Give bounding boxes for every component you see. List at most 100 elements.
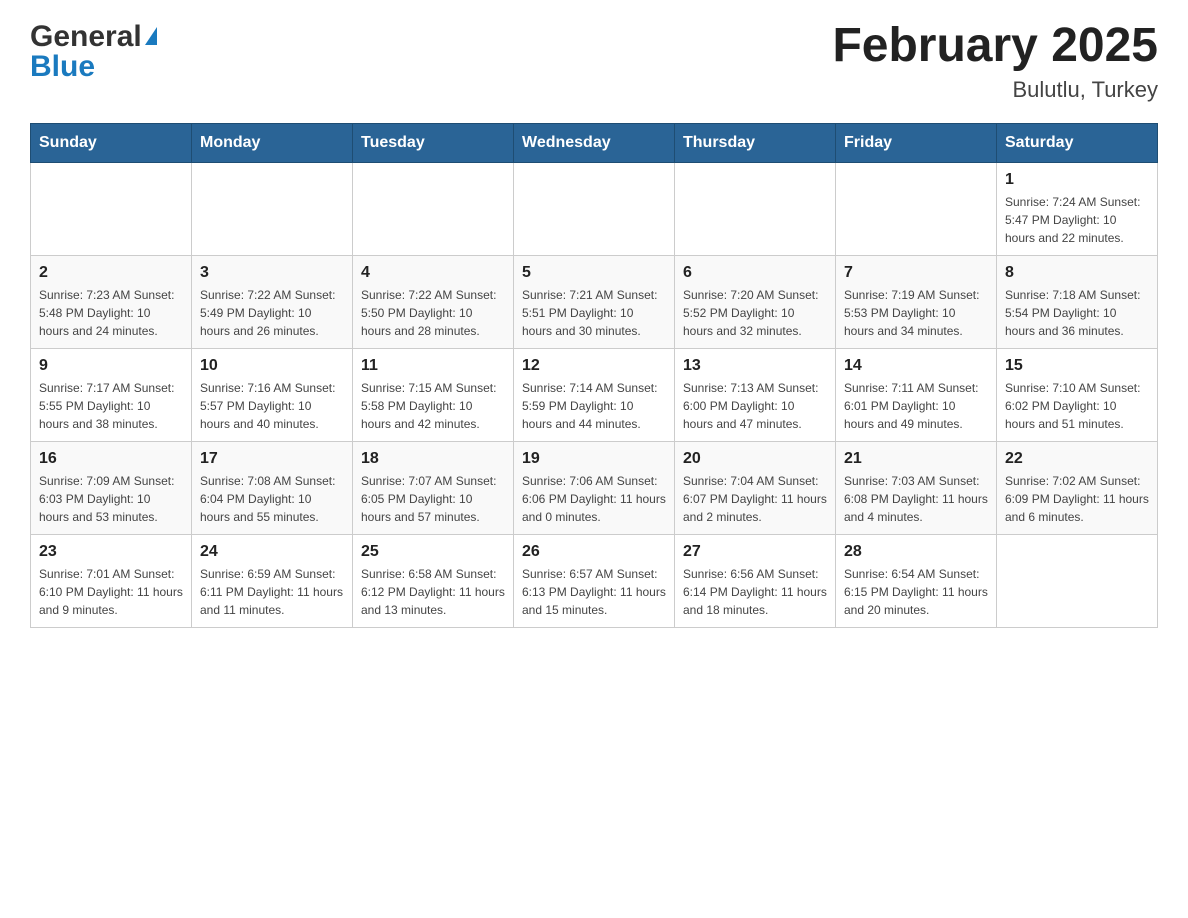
calendar-cell: 11 Sunrise: 7:15 AM Sunset: 5:58 PM Dayli… <box>353 348 514 441</box>
title-section: February 2025 Bulutlu, Turkey <box>832 20 1158 103</box>
day-info: Sunrise: 7:08 AM Sunset: 6:04 PM Dayligh… <box>200 472 344 526</box>
calendar-cell <box>836 162 997 255</box>
day-number: 7 <box>844 264 988 282</box>
calendar-header-row: SundayMondayTuesdayWednesdayThursdayFrid… <box>31 123 1158 162</box>
day-number: 12 <box>522 357 666 375</box>
day-info: Sunrise: 6:54 AM Sunset: 6:15 PM Dayligh… <box>844 565 988 619</box>
day-number: 11 <box>361 357 505 375</box>
calendar-cell: 7 Sunrise: 7:19 AM Sunset: 5:53 PM Daylig… <box>836 255 997 348</box>
calendar-cell: 20Sunrise: 7:04 AM Sunset: 6:07 PM Dayli… <box>675 441 836 534</box>
calendar-cell: 24 Sunrise: 6:59 AM Sunset: 6:11 PM Dayli… <box>192 534 353 627</box>
day-number: 5 <box>522 264 666 282</box>
logo-blue: Blue <box>30 50 157 84</box>
day-info: Sunrise: 7:15 AM Sunset: 5:58 PM Dayligh… <box>361 379 505 433</box>
calendar-cell: 4 Sunrise: 7:22 AM Sunset: 5:50 PM Daylig… <box>353 255 514 348</box>
day-number: 26 <box>522 543 666 561</box>
weekday-header-monday: Monday <box>192 123 353 162</box>
day-number: 2 <box>39 264 183 282</box>
weekday-header-sunday: Sunday <box>31 123 192 162</box>
day-number: 1 <box>1005 171 1149 189</box>
calendar-cell <box>997 534 1158 627</box>
calendar-cell: 3 Sunrise: 7:22 AM Sunset: 5:49 PM Daylig… <box>192 255 353 348</box>
weekday-header-wednesday: Wednesday <box>514 123 675 162</box>
logo-general: General <box>30 20 142 54</box>
day-info: Sunrise: 6:58 AM Sunset: 6:12 PM Dayligh… <box>361 565 505 619</box>
calendar-cell: 18Sunrise: 7:07 AM Sunset: 6:05 PM Dayli… <box>353 441 514 534</box>
calendar-cell <box>192 162 353 255</box>
day-info: Sunrise: 7:01 AM Sunset: 6:10 PM Dayligh… <box>39 565 183 619</box>
calendar-cell: 12 Sunrise: 7:14 AM Sunset: 5:59 PM Dayli… <box>514 348 675 441</box>
calendar-cell: 1 Sunrise: 7:24 AM Sunset: 5:47 PM Daylig… <box>997 162 1158 255</box>
calendar-week-row: 9 Sunrise: 7:17 AM Sunset: 5:55 PM Daylig… <box>31 348 1158 441</box>
day-number: 28 <box>844 543 988 561</box>
day-number: 10 <box>200 357 344 375</box>
calendar-cell: 17Sunrise: 7:08 AM Sunset: 6:04 PM Dayli… <box>192 441 353 534</box>
day-info: Sunrise: 7:20 AM Sunset: 5:52 PM Dayligh… <box>683 286 827 340</box>
page-header: General Blue February 2025 Bulutlu, Turk… <box>30 20 1158 103</box>
calendar-cell: 19 Sunrise: 7:06 AM Sunset: 6:06 PM Dayli… <box>514 441 675 534</box>
day-info: Sunrise: 6:56 AM Sunset: 6:14 PM Dayligh… <box>683 565 827 619</box>
day-number: 23 <box>39 543 183 561</box>
day-info: Sunrise: 7:14 AM Sunset: 5:59 PM Dayligh… <box>522 379 666 433</box>
day-info: Sunrise: 7:24 AM Sunset: 5:47 PM Dayligh… <box>1005 193 1149 247</box>
calendar-cell: 22 Sunrise: 7:02 AM Sunset: 6:09 PM Dayli… <box>997 441 1158 534</box>
calendar-cell: 2 Sunrise: 7:23 AM Sunset: 5:48 PM Daylig… <box>31 255 192 348</box>
day-info: Sunrise: 7:17 AM Sunset: 5:55 PM Dayligh… <box>39 379 183 433</box>
calendar-week-row: 16Sunrise: 7:09 AM Sunset: 6:03 PM Dayli… <box>31 441 1158 534</box>
day-number: 21 <box>844 450 988 468</box>
calendar-cell: 27 Sunrise: 6:56 AM Sunset: 6:14 PM Dayli… <box>675 534 836 627</box>
calendar-cell: 8Sunrise: 7:18 AM Sunset: 5:54 PM Daylig… <box>997 255 1158 348</box>
day-number: 27 <box>683 543 827 561</box>
calendar-cell: 15 Sunrise: 7:10 AM Sunset: 6:02 PM Dayli… <box>997 348 1158 441</box>
weekday-header-saturday: Saturday <box>997 123 1158 162</box>
day-info: Sunrise: 7:21 AM Sunset: 5:51 PM Dayligh… <box>522 286 666 340</box>
day-info: Sunrise: 7:22 AM Sunset: 5:50 PM Dayligh… <box>361 286 505 340</box>
day-info: Sunrise: 7:16 AM Sunset: 5:57 PM Dayligh… <box>200 379 344 433</box>
day-number: 4 <box>361 264 505 282</box>
month-title: February 2025 <box>832 20 1158 73</box>
day-info: Sunrise: 7:22 AM Sunset: 5:49 PM Dayligh… <box>200 286 344 340</box>
calendar-cell: 10 Sunrise: 7:16 AM Sunset: 5:57 PM Dayli… <box>192 348 353 441</box>
weekday-header-thursday: Thursday <box>675 123 836 162</box>
day-number: 20 <box>683 450 827 468</box>
calendar-cell <box>31 162 192 255</box>
calendar-cell: 9 Sunrise: 7:17 AM Sunset: 5:55 PM Daylig… <box>31 348 192 441</box>
day-number: 6 <box>683 264 827 282</box>
day-info: Sunrise: 7:23 AM Sunset: 5:48 PM Dayligh… <box>39 286 183 340</box>
calendar-cell: 28 Sunrise: 6:54 AM Sunset: 6:15 PM Dayli… <box>836 534 997 627</box>
calendar-cell <box>353 162 514 255</box>
day-number: 24 <box>200 543 344 561</box>
day-number: 3 <box>200 264 344 282</box>
day-info: Sunrise: 7:06 AM Sunset: 6:06 PM Dayligh… <box>522 472 666 526</box>
logo: General Blue <box>30 20 157 84</box>
calendar-cell: 23 Sunrise: 7:01 AM Sunset: 6:10 PM Dayli… <box>31 534 192 627</box>
day-number: 18 <box>361 450 505 468</box>
day-info: Sunrise: 6:59 AM Sunset: 6:11 PM Dayligh… <box>200 565 344 619</box>
day-info: Sunrise: 7:19 AM Sunset: 5:53 PM Dayligh… <box>844 286 988 340</box>
day-number: 14 <box>844 357 988 375</box>
calendar-cell: 21 Sunrise: 7:03 AM Sunset: 6:08 PM Dayli… <box>836 441 997 534</box>
day-info: Sunrise: 7:11 AM Sunset: 6:01 PM Dayligh… <box>844 379 988 433</box>
location: Bulutlu, Turkey <box>832 77 1158 103</box>
day-number: 9 <box>39 357 183 375</box>
calendar-cell: 5 Sunrise: 7:21 AM Sunset: 5:51 PM Daylig… <box>514 255 675 348</box>
day-number: 25 <box>361 543 505 561</box>
day-info: Sunrise: 7:18 AM Sunset: 5:54 PM Dayligh… <box>1005 286 1149 340</box>
day-info: Sunrise: 7:10 AM Sunset: 6:02 PM Dayligh… <box>1005 379 1149 433</box>
day-info: Sunrise: 7:13 AM Sunset: 6:00 PM Dayligh… <box>683 379 827 433</box>
day-info: Sunrise: 7:02 AM Sunset: 6:09 PM Dayligh… <box>1005 472 1149 526</box>
day-info: Sunrise: 7:03 AM Sunset: 6:08 PM Dayligh… <box>844 472 988 526</box>
day-number: 19 <box>522 450 666 468</box>
weekday-header-friday: Friday <box>836 123 997 162</box>
calendar-week-row: 23 Sunrise: 7:01 AM Sunset: 6:10 PM Dayli… <box>31 534 1158 627</box>
calendar-week-row: 1 Sunrise: 7:24 AM Sunset: 5:47 PM Daylig… <box>31 162 1158 255</box>
calendar-cell: 14 Sunrise: 7:11 AM Sunset: 6:01 PM Dayli… <box>836 348 997 441</box>
day-number: 22 <box>1005 450 1149 468</box>
day-number: 15 <box>1005 357 1149 375</box>
calendar-table: SundayMondayTuesdayWednesdayThursdayFrid… <box>30 123 1158 628</box>
day-number: 13 <box>683 357 827 375</box>
calendar-cell <box>675 162 836 255</box>
calendar-cell: 25 Sunrise: 6:58 AM Sunset: 6:12 PM Dayli… <box>353 534 514 627</box>
calendar-cell: 26Sunrise: 6:57 AM Sunset: 6:13 PM Dayli… <box>514 534 675 627</box>
weekday-header-tuesday: Tuesday <box>353 123 514 162</box>
